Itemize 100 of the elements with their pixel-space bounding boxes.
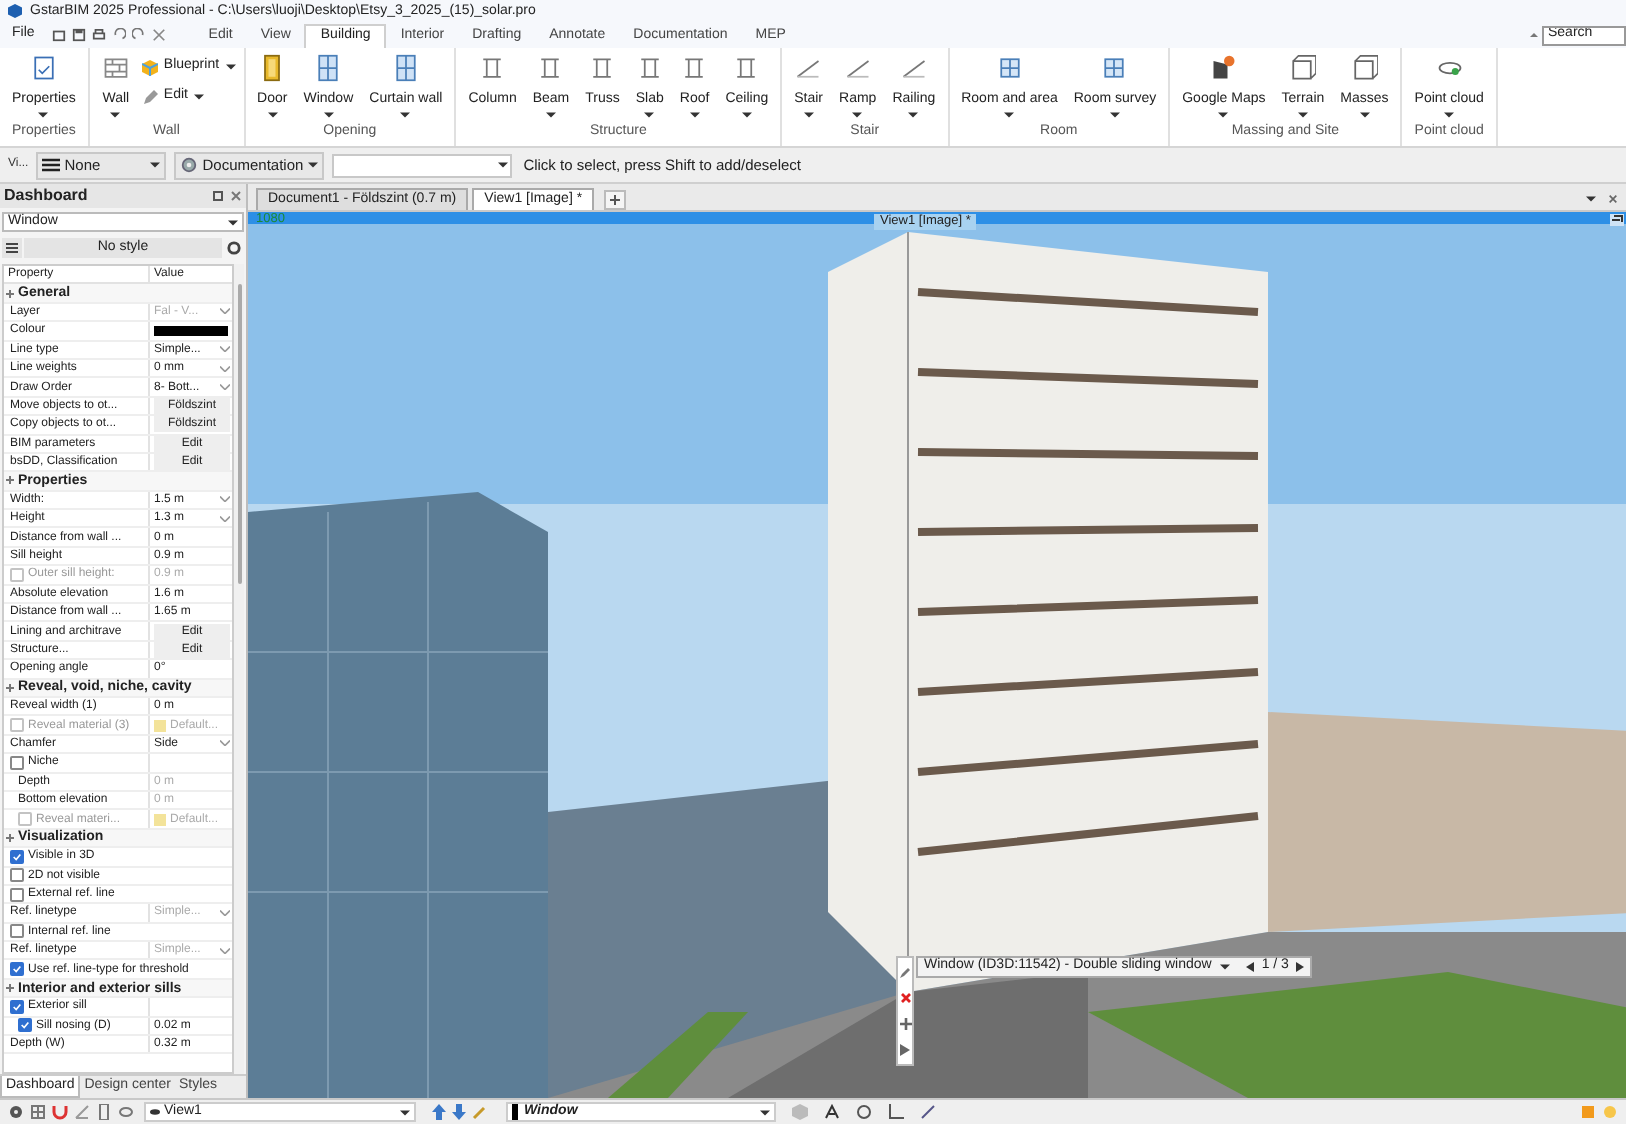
caret-icon: [307, 162, 318, 168]
frame-icon: [588, 54, 617, 82]
caret-icon: [908, 111, 919, 118]
chevron-icon: [220, 384, 230, 391]
save-icon[interactable]: [72, 28, 87, 42]
material-swatch: [154, 719, 166, 732]
checkbox[interactable]: [10, 924, 24, 939]
delete-icon[interactable]: [899, 992, 911, 1005]
menu-icon[interactable]: [2, 237, 22, 257]
previous-icon[interactable]: [1245, 962, 1254, 972]
frame-icon: [536, 54, 565, 82]
caret-icon: [545, 111, 556, 118]
check-icon: [12, 964, 22, 975]
caret-icon: [228, 219, 238, 225]
material-swatch: [154, 813, 166, 826]
checkbox[interactable]: [10, 868, 24, 883]
play-icon[interactable]: [900, 1043, 910, 1056]
cube-icon: [141, 59, 158, 75]
grid-icon[interactable]: [30, 1104, 46, 1120]
window-icon: [314, 54, 343, 82]
expand-icon[interactable]: [6, 833, 14, 842]
eye-icon: [150, 1108, 160, 1116]
undo-icon[interactable]: [112, 28, 127, 42]
caret-icon: [267, 111, 278, 118]
colour-swatch[interactable]: [154, 325, 228, 336]
caret-icon: [760, 1109, 770, 1115]
down-arrow-icon[interactable]: [452, 1104, 466, 1120]
axis-icon[interactable]: [888, 1104, 904, 1120]
checkbox[interactable]: [18, 1018, 32, 1033]
close-icon[interactable]: [230, 190, 242, 202]
caret-icon: [497, 162, 508, 168]
lines-icon: [42, 158, 61, 172]
chevron-icon: [220, 308, 230, 315]
print-icon[interactable]: [92, 28, 107, 42]
gear-icon[interactable]: [8, 1104, 24, 1120]
chevron-icon: [220, 947, 230, 954]
caret-icon: [644, 111, 655, 118]
caret-icon: [852, 111, 863, 118]
frame-icon: [680, 54, 709, 82]
pin-icon[interactable]: [212, 190, 224, 202]
caret-icon: [400, 111, 411, 118]
brick-wall-icon: [101, 54, 130, 82]
next-icon[interactable]: [1296, 962, 1305, 972]
collapse-icon[interactable]: [1530, 32, 1538, 38]
redo-icon[interactable]: [132, 28, 147, 42]
caret-icon: [1218, 111, 1229, 118]
up-arrow-icon[interactable]: [432, 1104, 446, 1120]
close-icon[interactable]: [1608, 194, 1618, 204]
chevron-icon: [220, 740, 230, 747]
checkbox[interactable]: [10, 849, 24, 864]
chevron-icon: [220, 909, 230, 916]
checkbox[interactable]: [10, 999, 24, 1014]
expand-icon[interactable]: [6, 289, 14, 298]
frame-icon: [635, 54, 664, 82]
chevron-icon: [220, 365, 230, 372]
move-icon[interactable]: [899, 1017, 911, 1030]
cross-icon[interactable]: [152, 28, 167, 42]
grid-plan-icon: [1100, 54, 1129, 82]
magnet-icon[interactable]: [52, 1104, 68, 1120]
caret-icon: [323, 111, 334, 118]
caret-icon: [1004, 111, 1015, 118]
cube-icon: [1350, 54, 1379, 82]
expand-icon[interactable]: [6, 984, 14, 993]
caret-icon: [150, 162, 161, 168]
window-icon: [391, 54, 420, 82]
angle-icon[interactable]: [74, 1104, 90, 1120]
caret-icon: [38, 111, 49, 118]
pencil-icon[interactable]: [899, 966, 911, 979]
folder-icon[interactable]: [52, 28, 67, 42]
caret-icon: [741, 111, 752, 118]
restore-icon[interactable]: [1610, 214, 1624, 226]
checkbox[interactable]: [10, 887, 24, 902]
caret-icon: [1109, 111, 1120, 118]
caret-icon: [110, 111, 121, 118]
checkbox[interactable]: [10, 962, 24, 977]
cube-icon: [1288, 54, 1317, 82]
target-icon[interactable]: [856, 1104, 872, 1120]
expand-icon[interactable]: [6, 476, 14, 485]
chevron-icon: [220, 346, 230, 353]
gear-icon[interactable]: [224, 237, 244, 257]
app-logo-icon: [8, 4, 22, 18]
scrollbar-thumb[interactable]: [237, 284, 241, 584]
caret-icon: [689, 111, 700, 118]
expand-icon[interactable]: [6, 683, 14, 692]
text-icon-glyph[interactable]: [824, 1104, 840, 1120]
document-icon[interactable]: [96, 1104, 112, 1120]
caret-icon: [803, 111, 814, 118]
chevron-icon: [220, 515, 230, 522]
caret-icon: [1359, 111, 1370, 118]
frame-icon: [732, 54, 761, 82]
panel-title: Dashboard: [4, 184, 90, 208]
input-field[interactable]: [331, 153, 512, 177]
pencil-icon: [141, 89, 158, 105]
plus-icon[interactable]: [604, 190, 627, 210]
layers-icon[interactable]: [118, 1104, 134, 1120]
check-icon: [12, 851, 22, 862]
caret-icon[interactable]: [1586, 196, 1596, 202]
checkbox[interactable]: [10, 755, 24, 770]
frame-icon: [478, 54, 507, 82]
gear-icon: [180, 156, 199, 174]
